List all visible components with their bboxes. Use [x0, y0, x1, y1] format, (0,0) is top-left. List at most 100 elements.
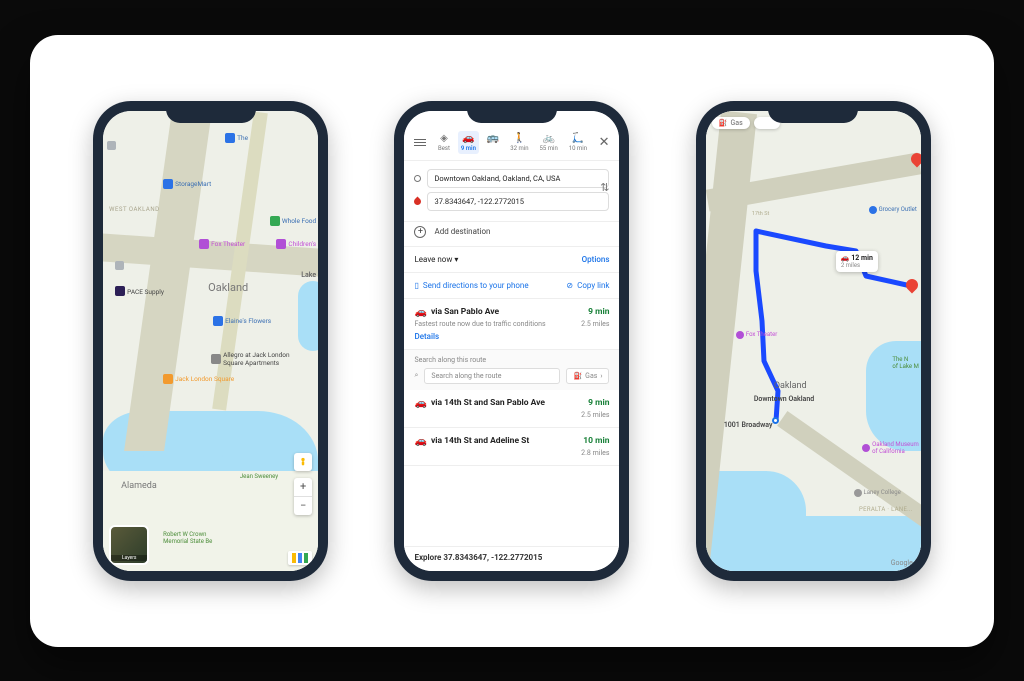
route-option-1[interactable]: 🚗 via San Pablo Ave 9 min Fastest route … — [404, 299, 619, 350]
mode-best[interactable]: ◈ Best — [435, 131, 453, 154]
swap-button[interactable]: ⇅ — [600, 181, 609, 194]
waypoints-block: Downtown Oakland, Oakland, CA, USA 37.83… — [404, 161, 619, 222]
mode-label: 32 min — [510, 145, 528, 152]
poi-label: Laney College — [864, 489, 901, 496]
phone-screen-3: ⛽ Gas 🚗 12 min 2 miles Oakl — [706, 111, 921, 571]
gas-chip[interactable]: ⛽ Gas — [712, 117, 750, 129]
walk-icon: 🚶 — [513, 133, 525, 144]
showcase-card: Lake The StorageMart Whole Food Fox Thea… — [30, 35, 994, 647]
origin-input[interactable]: Downtown Oakland, Oakland, CA, USA — [427, 169, 609, 188]
phone-screen-2: ◈ Best 🚗 9 min 🚌 🚶 3 — [404, 111, 619, 571]
pin-fox-theater[interactable]: Fox Theater — [199, 239, 245, 249]
poi-fox-theater[interactable]: Fox Theater — [736, 331, 777, 339]
zoom-in-button[interactable]: + — [294, 478, 312, 496]
phone-notch — [467, 101, 557, 123]
zoom-out-button[interactable]: − — [294, 497, 312, 515]
route-option-2[interactable]: 🚗 via 14th St and San Pablo Ave 9 min 2.… — [404, 390, 619, 428]
park-memorial: Robert W Crown Memorial State Be — [163, 531, 212, 545]
route-distance: 2.5 miles — [581, 320, 609, 328]
route-polyline — [706, 111, 921, 571]
pin-label: Fox Theater — [211, 240, 245, 248]
add-destination-button[interactable]: + Add destination — [404, 222, 619, 247]
gas-icon: ⛽ — [719, 119, 728, 127]
destination-row: 37.8343647, -122.2772015 — [414, 192, 609, 211]
route-time: 9 min — [588, 307, 609, 318]
car-icon: 🚗 — [414, 436, 426, 447]
menu-button[interactable] — [414, 139, 426, 146]
mode-label: 55 min — [540, 145, 558, 152]
zoom-control: + − — [294, 478, 312, 515]
search-along-label: Search along this route — [414, 356, 486, 364]
phone-screen-1: Lake The StorageMart Whole Food Fox Thea… — [103, 111, 318, 571]
copy-label: Copy link — [577, 281, 609, 290]
search-along-input[interactable]: Search along the route — [424, 368, 560, 384]
mode-cycling[interactable]: 🚲 55 min — [537, 131, 561, 154]
mode-driving[interactable]: 🚗 9 min — [458, 131, 479, 154]
poi-grocery-outlet[interactable]: Grocery Outlet — [869, 206, 917, 214]
options-button[interactable]: Options — [582, 255, 610, 264]
car-icon: 🚗 — [462, 133, 474, 144]
theater-icon — [199, 239, 209, 249]
pin-elaines[interactable]: Elaine's Flowers — [213, 316, 271, 326]
pin-label: Whole Food — [282, 217, 316, 225]
marker-grey-2[interactable] — [115, 261, 124, 270]
route-time-chip[interactable]: 🚗 12 min 2 miles — [836, 251, 878, 272]
car-icon: 🚗 — [414, 398, 426, 409]
map-canvas[interactable]: Lake The StorageMart Whole Food Fox Thea… — [103, 111, 318, 571]
poi-oakland-museum[interactable]: Oakland Museum of California — [862, 441, 919, 455]
museum-icon — [862, 444, 870, 452]
grocery-icon — [270, 216, 280, 226]
mode-label: 9 min — [461, 145, 476, 152]
route-option-3[interactable]: 🚗 via 14th St and Adeline St 10 min 2.8 … — [404, 428, 619, 466]
copy-link-button[interactable]: ⊘ Copy link — [566, 281, 609, 290]
poi-lake-merritt: The N of Lake M — [892, 356, 918, 370]
pin-label: The — [237, 134, 248, 142]
phone-icon: ▯ — [414, 281, 418, 290]
gas-chip[interactable]: ⛽ Gas › — [566, 368, 609, 384]
send-to-phone-button[interactable]: ▯ Send directions to your phone — [414, 281, 528, 290]
destination-pin-icon — [413, 196, 423, 206]
poi-laney[interactable]: Laney College — [854, 489, 901, 497]
poi-label: Fox Theater — [746, 331, 777, 338]
search-icon: ⌕ — [414, 371, 418, 380]
gas-label: Gas — [731, 119, 743, 127]
mode-transit[interactable]: 🚌 — [484, 131, 502, 154]
phone-frame-2: ◈ Best 🚗 9 min 🚌 🚶 3 — [394, 101, 629, 581]
mode-label: Best — [438, 145, 450, 152]
mode-walking[interactable]: 🚶 32 min — [507, 131, 531, 154]
map-attribution: Google — [891, 559, 913, 567]
route-dist: 2 miles — [841, 262, 873, 269]
gas-icon: ⛽ — [573, 372, 582, 380]
route-details-button[interactable]: Details — [414, 332, 609, 341]
phone-notch — [768, 101, 858, 123]
street-17th: 17th St — [752, 211, 769, 217]
phone-notch — [166, 101, 256, 123]
leave-now-button[interactable]: Leave now ▾ — [414, 255, 458, 264]
poi-icon — [163, 374, 173, 384]
phone-frame-3: ⛽ Gas 🚗 12 min 2 miles Oakl — [696, 101, 931, 581]
search-along-section: Search along this route ⌕ Search along t… — [404, 350, 619, 390]
pin-the-hive[interactable]: The — [225, 133, 248, 143]
layers-button[interactable]: Layers — [109, 525, 149, 565]
mode-scooter[interactable]: 🛴 10 min — [566, 131, 590, 154]
explore-footer[interactable]: Explore 37.8343647, -122.2772015 — [404, 546, 619, 568]
close-button[interactable]: ✕ — [599, 135, 610, 150]
park-sweeney: Jean Sweeney — [240, 473, 278, 480]
lake-label: Lake — [301, 271, 316, 279]
pin-allegro[interactable]: Allegro at Jack London Square Apartments — [211, 351, 289, 367]
pin-childrens[interactable]: Children's — [276, 239, 316, 249]
bike-icon: 🚲 — [542, 133, 554, 144]
pin-jack-london[interactable]: Jack London Square — [163, 374, 234, 384]
layers-label: Layers — [111, 555, 147, 561]
destination-input[interactable]: 37.8343647, -122.2772015 — [427, 192, 609, 211]
nbhd-peralta: PERALTA · LANE... — [859, 506, 913, 513]
transit-icon: 🚌 — [487, 133, 499, 144]
pin-whole-foods[interactable]: Whole Food — [270, 216, 316, 226]
streetview-button[interactable] — [294, 453, 312, 471]
pin-storagemart[interactable]: StorageMart — [163, 179, 211, 189]
send-label: Send directions to your phone — [423, 281, 529, 290]
college-icon — [854, 489, 862, 497]
pin-pace[interactable] — [115, 286, 125, 296]
map-canvas-route[interactable]: ⛽ Gas 🚗 12 min 2 miles Oakl — [706, 111, 921, 571]
marker-grey-1[interactable] — [107, 141, 116, 150]
